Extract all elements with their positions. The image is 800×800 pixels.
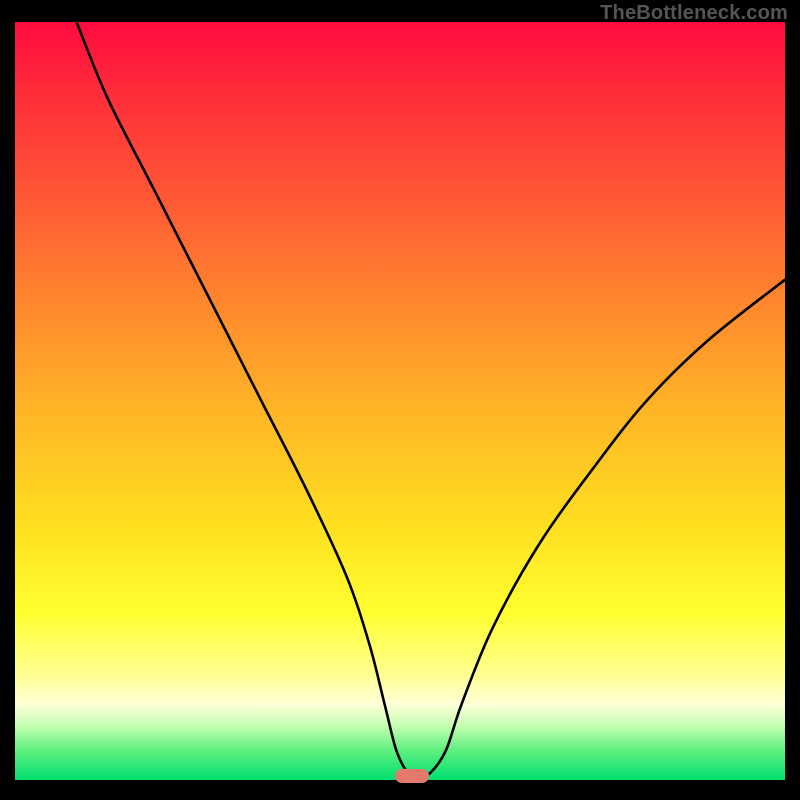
chart-frame: TheBottleneck.com [0,0,800,800]
plot-area [15,22,785,780]
curve-svg [15,22,785,780]
optimum-marker [395,769,429,783]
bottleneck-curve-path [77,22,785,776]
